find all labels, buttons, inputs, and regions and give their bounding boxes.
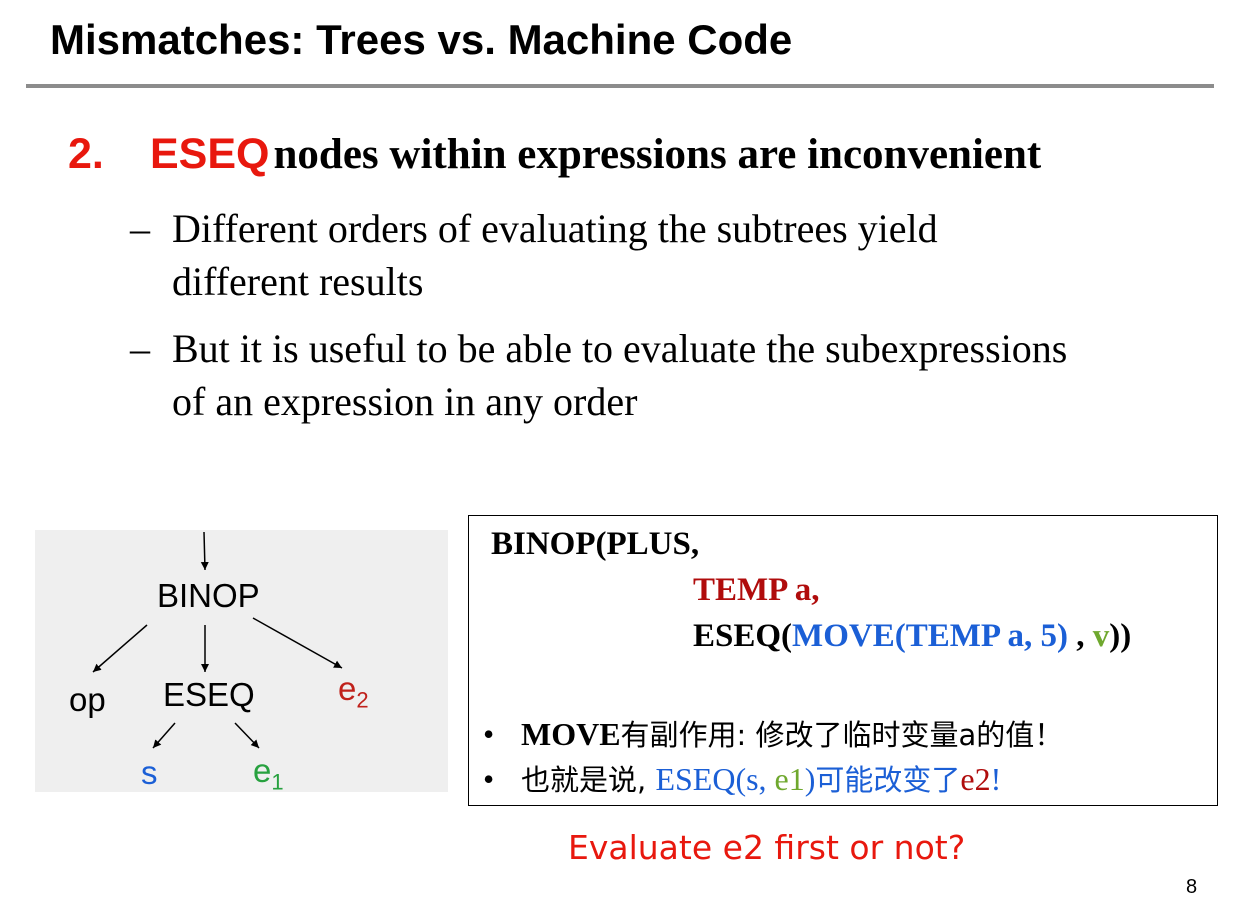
code-line-1: BINOP(PLUS, — [491, 526, 700, 562]
page-number: 8 — [1186, 876, 1198, 898]
question-text: Evaluate e2 first or not? — [568, 828, 966, 867]
note-text-1: 有副作用: 修改了临时变量a的值！ — [620, 718, 1064, 752]
subpoint-line: different results — [172, 259, 424, 304]
edge-binop-op — [92, 624, 148, 673]
edge-into-binop — [200, 531, 209, 571]
edge-eseq-s — [152, 722, 176, 749]
edge-binop-e2 — [252, 617, 343, 669]
note-text-2a: 也就是说, — [521, 763, 656, 797]
note-close: ) — [804, 761, 816, 797]
point-text: nodes within expressions are inconvenien… — [273, 131, 1042, 178]
point-keyword: ESEQ — [150, 130, 270, 178]
note-bullet-1: • MOVE有副作用: 修改了临时变量a的值！ — [483, 712, 1063, 754]
note-eseq: ESEQ(s, — [655, 761, 775, 797]
title-divider — [26, 84, 1214, 88]
bullet-dot: • — [483, 716, 495, 752]
code-line-3: ESEQ(MOVE(TEMP a, 5) , v)) — [693, 618, 1131, 655]
note-bullet-2: • 也就是说, ESEQ(s, e1)可能改变了e2! — [483, 757, 1001, 799]
tree-node-eseq: ESEQ — [163, 676, 255, 713]
edge-eseq-e1 — [234, 722, 260, 749]
note-e1: e1 — [774, 761, 805, 797]
code-move: MOVE(TEMP a, 5) — [792, 618, 1068, 654]
tree-node-binop: BINOP — [157, 577, 260, 614]
code-v: v — [1092, 618, 1110, 654]
slide-title: Mismatches: Trees vs. Machine Code — [50, 16, 793, 63]
e2-letter: e — [338, 670, 357, 707]
code-close: )) — [1109, 618, 1132, 654]
note-e2: e2 — [960, 761, 991, 797]
bullet-dot: • — [483, 761, 495, 797]
code-eseq: ESEQ( — [693, 618, 793, 654]
subpoint-dash: – — [130, 206, 150, 251]
subpoint-line: Different orders of evaluating the subtr… — [172, 206, 938, 251]
subpoint-line: But it is useful to be able to evaluate … — [172, 326, 1068, 371]
tree-edges — [92, 531, 343, 749]
code-line-2: TEMP a, — [693, 572, 820, 608]
code-comma: , — [1067, 618, 1093, 654]
e1-subscript: 1 — [271, 769, 284, 795]
tree-node-e1: e1 — [253, 752, 284, 796]
tree-diagram: BINOP op ESEQ e2 s e1 — [35, 530, 448, 795]
note-exclaim: ! — [990, 761, 1002, 797]
point-number: 2. — [68, 130, 104, 178]
code-box: BINOP(PLUS, TEMP a, ESEQ(MOVE(TEMP a, 5)… — [468, 515, 1218, 806]
note-text-2b: 可能改变了 — [815, 763, 961, 797]
e1-letter: e — [253, 752, 272, 789]
tree-node-e2: e2 — [338, 670, 369, 714]
subpoint-dash: – — [130, 326, 150, 371]
subpoint-line: of an expression in any order — [172, 379, 638, 424]
main-point: 2. ESEQ nodes within expressions are inco… — [68, 130, 1041, 179]
note-move: MOVE — [521, 716, 621, 752]
tree-node-op: op — [69, 681, 106, 718]
e2-subscript: 2 — [356, 687, 369, 713]
tree-node-s: s — [141, 754, 158, 791]
